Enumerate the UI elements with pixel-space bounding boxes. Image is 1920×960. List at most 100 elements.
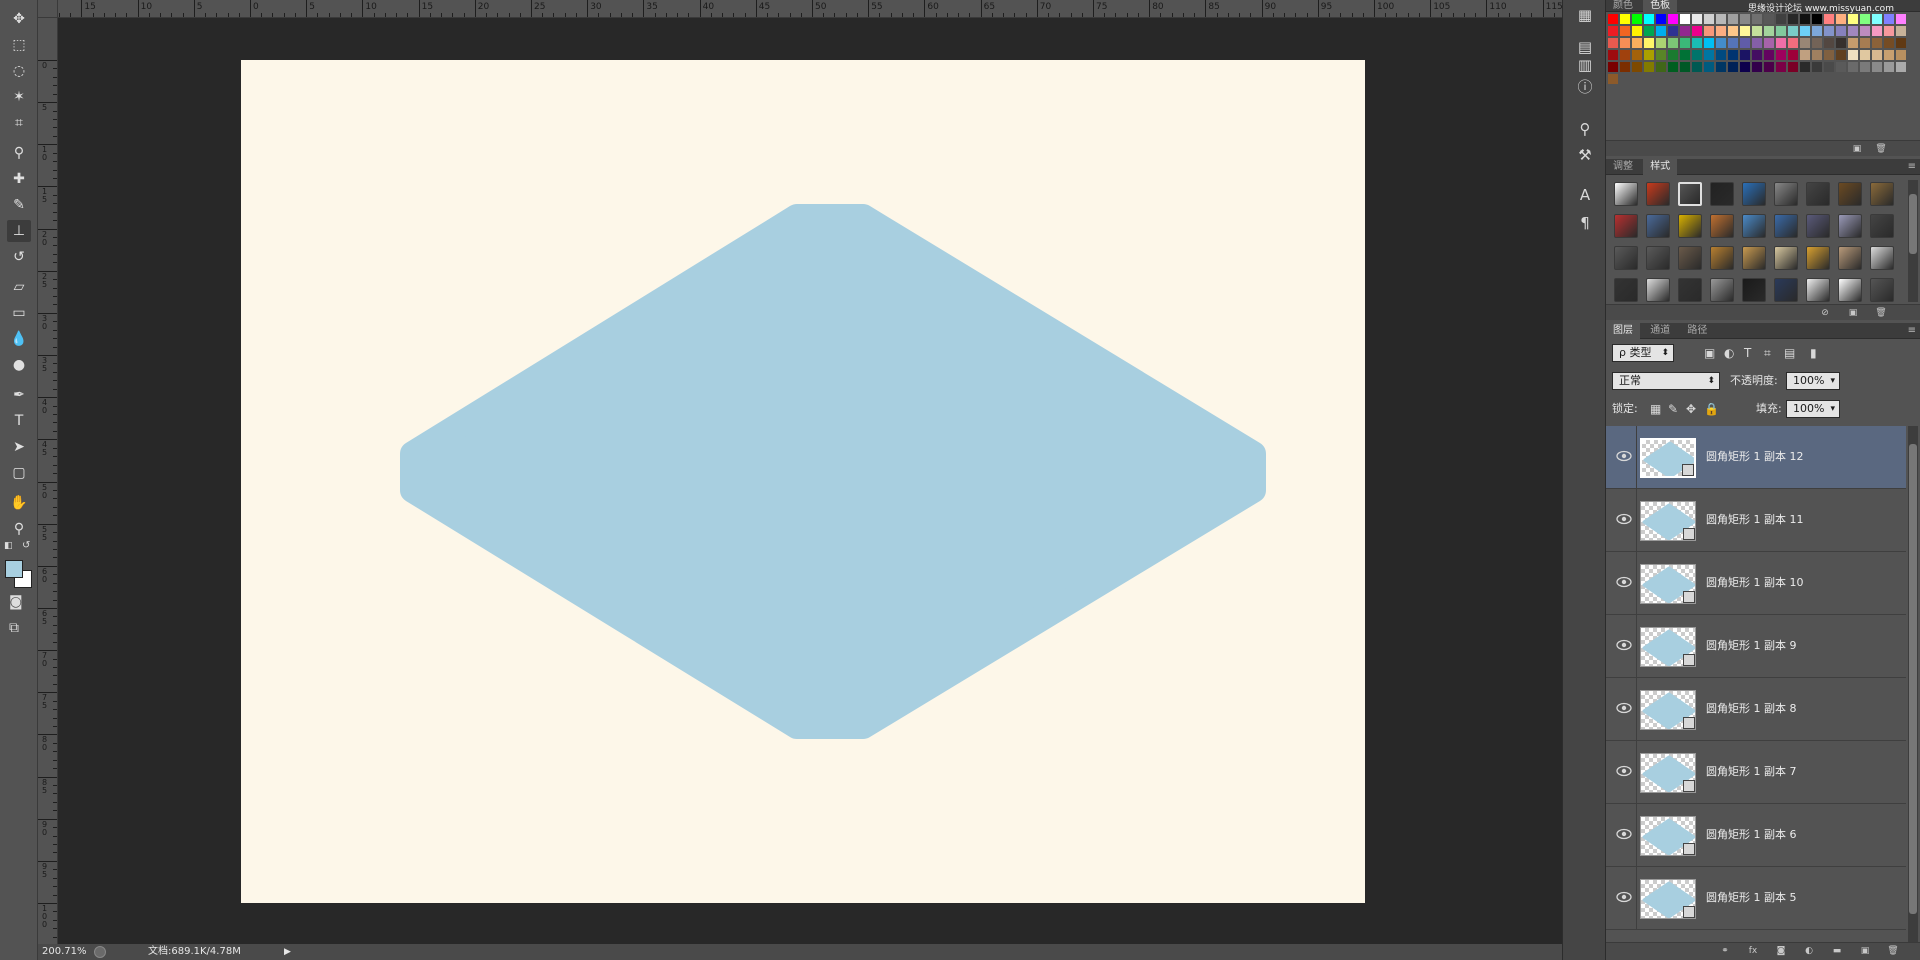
color-swatch[interactable] [1800, 38, 1810, 48]
horizontal-ruler[interactable]: 15 10 5 0 5 10 15 20 25 30 35 40 45 50 55 60 65 70 75 80 85 9… [58, 0, 1562, 18]
eye-icon[interactable] [1616, 576, 1632, 588]
filter-smart-icon[interactable]: ▤ [1784, 344, 1795, 362]
eye-icon[interactable] [1616, 765, 1632, 777]
color-swatch[interactable] [1644, 62, 1654, 72]
style-preset[interactable] [1838, 214, 1862, 238]
marquee-tool-icon[interactable]: ⬚ [7, 34, 31, 56]
default-colors-icon[interactable]: ◧ [4, 541, 13, 551]
color-swatch[interactable] [1836, 26, 1846, 36]
color-swatch[interactable] [1860, 50, 1870, 60]
history-brush-tool-icon[interactable]: ↺ [7, 246, 31, 268]
color-swatch[interactable] [1632, 62, 1642, 72]
color-swatch[interactable] [1764, 62, 1774, 72]
tab-swatches[interactable]: 色板 [1643, 0, 1678, 12]
color-swatch[interactable] [1692, 62, 1702, 72]
color-swatch[interactable] [1884, 50, 1894, 60]
opacity-input[interactable]: 100% ▾ [1786, 372, 1840, 390]
color-swatch[interactable] [1692, 14, 1702, 24]
color-swatch[interactable] [1824, 14, 1834, 24]
history-icon[interactable]: ▦ [1574, 4, 1596, 26]
hand-tool-icon[interactable]: ✋ [7, 492, 31, 514]
character-icon[interactable]: A [1574, 184, 1596, 206]
color-swatch[interactable] [1776, 26, 1786, 36]
adjustment-icon[interactable]: ◐ [1802, 945, 1816, 957]
layer-row[interactable]: 圆角矩形 1 副本 12 [1606, 426, 1906, 489]
color-swatch[interactable] [1620, 14, 1630, 24]
color-swatch[interactable] [1656, 38, 1666, 48]
color-swatch[interactable] [1836, 50, 1846, 60]
fx-icon[interactable]: fx [1746, 945, 1760, 957]
color-swatch[interactable] [1668, 62, 1678, 72]
color-swatch[interactable] [1860, 38, 1870, 48]
status-menu-arrow-icon[interactable]: ▶ [284, 944, 291, 960]
color-swatch[interactable] [1608, 38, 1618, 48]
lasso-tool-icon[interactable]: ◌ [7, 60, 31, 82]
style-preset[interactable] [1742, 278, 1766, 302]
color-swatch[interactable] [1728, 26, 1738, 36]
color-swatch[interactable] [1620, 50, 1630, 60]
foreground-color-swatch[interactable] [5, 560, 23, 578]
color-swatch[interactable] [1836, 38, 1846, 48]
color-swatch[interactable] [1668, 26, 1678, 36]
type-tool-icon[interactable]: T [7, 410, 31, 432]
color-swatch[interactable] [1668, 38, 1678, 48]
clear-style-icon[interactable]: ⊘ [1818, 307, 1832, 319]
color-swatch[interactable] [1884, 14, 1894, 24]
eye-icon[interactable] [1616, 702, 1632, 714]
color-swatch[interactable] [1704, 26, 1714, 36]
color-swatch[interactable] [1668, 50, 1678, 60]
color-swatch[interactable] [1836, 62, 1846, 72]
tab-color[interactable]: 颜色 [1606, 0, 1640, 12]
style-preset[interactable] [1646, 214, 1670, 238]
filter-shape-icon[interactable]: ⌗ [1764, 344, 1771, 362]
color-swatch[interactable] [1896, 62, 1906, 72]
color-swatch[interactable] [1656, 26, 1666, 36]
color-swatch[interactable] [1884, 62, 1894, 72]
layer-thumbnail[interactable] [1640, 753, 1696, 793]
color-swatch[interactable] [1872, 38, 1882, 48]
clone-stamp-tool-icon[interactable]: ⊥ [7, 220, 31, 242]
status-info-icon[interactable] [94, 946, 106, 958]
color-swatch[interactable] [1788, 62, 1798, 72]
color-swatch[interactable] [1776, 38, 1786, 48]
layer-row[interactable]: 圆角矩形 1 副本 9 [1606, 615, 1906, 678]
styles-scroll-thumb[interactable] [1909, 194, 1917, 254]
color-swatch[interactable] [1764, 38, 1774, 48]
color-swatch[interactable] [1680, 26, 1690, 36]
color-swatch[interactable] [1800, 50, 1810, 60]
color-swatch[interactable] [1872, 14, 1882, 24]
style-preset[interactable] [1838, 182, 1862, 206]
trash-icon[interactable]: 🗑 [1886, 945, 1900, 957]
color-swatch[interactable] [1812, 26, 1822, 36]
delete-style-icon[interactable]: 🗑 [1874, 307, 1888, 319]
color-swatch[interactable] [1680, 38, 1690, 48]
color-swatch[interactable] [1788, 50, 1798, 60]
color-swatch[interactable] [1740, 26, 1750, 36]
healing-brush-tool-icon[interactable]: ✚ [7, 168, 31, 190]
swatch-grid[interactable] [1606, 14, 1906, 84]
style-preset[interactable] [1870, 214, 1894, 238]
color-swatch[interactable] [1752, 50, 1762, 60]
screen-mode-icon[interactable]: ⧉ [9, 620, 19, 636]
style-preset[interactable] [1806, 182, 1830, 206]
color-swatch[interactable] [1860, 62, 1870, 72]
color-swatch[interactable] [1848, 62, 1858, 72]
style-preset[interactable] [1870, 278, 1894, 302]
color-swatch[interactable] [1716, 14, 1726, 24]
blur-tool-icon[interactable]: 💧 [7, 328, 31, 350]
fill-input[interactable]: 100% ▾ [1786, 400, 1840, 418]
layer-row[interactable]: 圆角矩形 1 副本 11 [1606, 489, 1906, 552]
color-swatch[interactable] [1884, 38, 1894, 48]
style-preset[interactable] [1774, 278, 1798, 302]
chevron-down-icon[interactable]: ▾ [1830, 373, 1835, 389]
color-swatch[interactable] [1776, 50, 1786, 60]
color-swatch[interactable] [1872, 26, 1882, 36]
color-swatch[interactable] [1764, 50, 1774, 60]
color-swatch[interactable] [1608, 62, 1618, 72]
color-swatch[interactable] [1716, 38, 1726, 48]
magic-wand-tool-icon[interactable]: ✶ [7, 86, 31, 108]
color-swatch[interactable] [1776, 62, 1786, 72]
color-swatch[interactable] [1788, 14, 1798, 24]
style-preset[interactable] [1646, 246, 1670, 270]
eye-icon[interactable] [1616, 450, 1632, 462]
